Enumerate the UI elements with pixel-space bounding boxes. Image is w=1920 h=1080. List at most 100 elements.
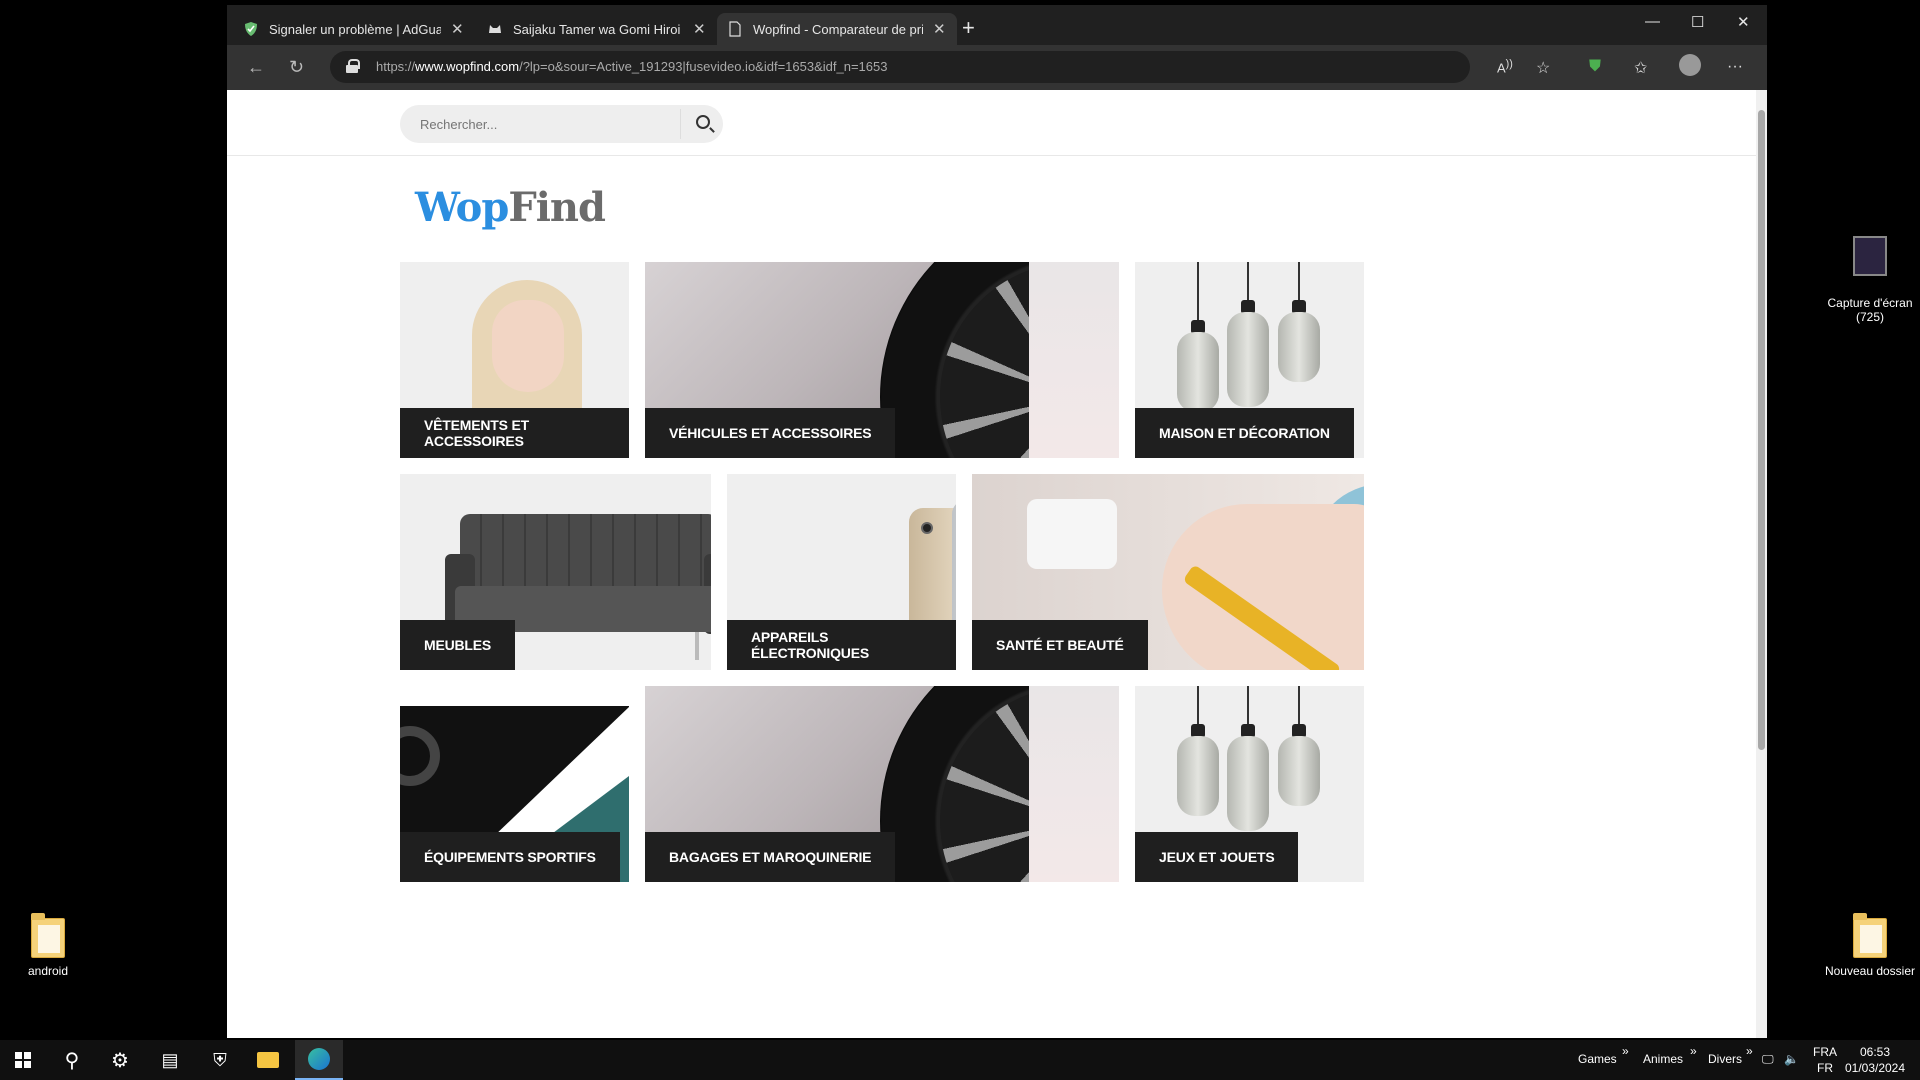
category-tile-health-beauty[interactable]: SANTÉ ET BEAUTÉ: [972, 474, 1364, 670]
close-window-icon[interactable]: ✕: [1737, 13, 1750, 31]
minimize-icon[interactable]: —: [1645, 13, 1660, 30]
lamp-photo: [1177, 332, 1219, 412]
lamp-photo: [1177, 736, 1219, 816]
tab-wopfind[interactable]: Wopfind - Comparateur de prix p ✕: [717, 13, 957, 45]
folder-icon: [1853, 913, 1887, 958]
scrollbar-thumb[interactable]: [1758, 110, 1765, 750]
toolbar-animes[interactable]: Animes: [1643, 1052, 1683, 1066]
favorites-icon[interactable]: ✩: [1634, 58, 1647, 78]
folder-icon: [31, 913, 65, 958]
tab-title: Signaler un problème | AdGuard: [269, 21, 441, 37]
app-icon[interactable]: ▤: [150, 1040, 190, 1080]
sofa-leg: [695, 632, 699, 660]
refresh-icon[interactable]: ↻: [289, 57, 304, 78]
adguard-shield-icon: [245, 22, 257, 36]
tab-strip: Signaler un problème | AdGuard ✕ Saijaku…: [227, 5, 1767, 45]
chevron-icon[interactable]: »: [1690, 1044, 1697, 1058]
language-indicator[interactable]: FRA FR: [1810, 1044, 1840, 1076]
favorite-star-icon[interactable]: ☆: [1536, 58, 1550, 78]
clock-date: 01/03/2024: [1844, 1061, 1906, 1075]
lamp-cord: [1197, 686, 1199, 726]
tab-saijaku[interactable]: Saijaku Tamer wa Gomi Hiroi no ✕: [477, 13, 717, 45]
volume-icon[interactable]: 🔈: [1784, 1052, 1799, 1066]
chevron-icon[interactable]: »: [1746, 1044, 1753, 1058]
search-taskbar-icon[interactable]: ⚲: [52, 1040, 92, 1080]
web-page: WopFind VÊTEMENTS ET ACCESSOIRES VÉHICUL…: [227, 90, 1756, 1038]
lock-icon: [346, 59, 360, 73]
tab-title: Wopfind - Comparateur de prix p: [753, 21, 923, 37]
layout-code: FR: [1817, 1061, 1833, 1075]
category-label: SANTÉ ET BEAUTÉ: [972, 620, 1148, 670]
category-tile-electronics[interactable]: APPAREILS ÉLECTRONIQUES: [727, 474, 956, 670]
car-background: [1029, 686, 1119, 882]
desktop-icon-label: android: [27, 964, 69, 978]
taskbar: ⚲ ⚙ ▤ ⛨ Games » Animes » Divers » 🖵 🔈 FR…: [0, 1040, 1920, 1080]
desktop-icon-label: Capture d'écran (725): [1827, 296, 1913, 324]
profile-avatar-icon[interactable]: [1679, 54, 1701, 76]
lamp-cord: [1247, 262, 1249, 302]
sofa-photo: [460, 514, 711, 594]
page-icon: [729, 21, 741, 37]
system-clock[interactable]: 06:53 01/03/2024: [1840, 1044, 1910, 1076]
category-tile-home[interactable]: MAISON ET DÉCORATION: [1135, 262, 1364, 458]
site-logo[interactable]: WopFind: [415, 184, 606, 231]
browser-window: Signaler un problème | AdGuard ✕ Saijaku…: [227, 5, 1767, 1038]
tab-adguard[interactable]: Signaler un problème | AdGuard ✕: [233, 13, 477, 45]
category-tile-vehicles[interactable]: VÉHICULES ET ACCESSOIRES: [645, 262, 1119, 458]
desktop-icon-android[interactable]: android: [0, 913, 98, 978]
lamp-photo: [1278, 736, 1320, 806]
start-button[interactable]: [0, 1040, 46, 1080]
search-icon[interactable]: [696, 115, 710, 129]
category-label: MEUBLES: [400, 620, 516, 670]
toolbar-games[interactable]: Games: [1578, 1052, 1617, 1066]
category-tile-clothing[interactable]: VÊTEMENTS ET ACCESSOIRES: [400, 262, 629, 458]
close-tab-icon[interactable]: ✕: [451, 20, 464, 38]
camera-lens: [921, 522, 933, 534]
search-divider: [680, 109, 681, 139]
address-bar: ← ↻ https://www.wopfind.com/?lp=o&sour=A…: [227, 45, 1767, 90]
network-icon[interactable]: 🖵: [1762, 1052, 1774, 1067]
lamp-photo: [1278, 312, 1320, 382]
category-label: JEUX ET JOUETS: [1135, 832, 1299, 882]
close-tab-icon[interactable]: ✕: [933, 20, 946, 38]
lamp-cord: [1197, 262, 1199, 322]
security-shield-icon[interactable]: ⛨: [200, 1040, 240, 1080]
toolbar-divers[interactable]: Divers: [1708, 1052, 1742, 1066]
lamp-cord: [1247, 686, 1249, 726]
lang-code: FRA: [1813, 1045, 1837, 1059]
lamp-photo: [1227, 312, 1269, 407]
adguard-extension-icon[interactable]: ⛊: [1589, 58, 1601, 76]
more-menu-icon[interactable]: ···: [1727, 58, 1743, 76]
chevron-icon[interactable]: »: [1622, 1044, 1629, 1058]
close-tab-icon[interactable]: ✕: [693, 20, 706, 38]
model-face: [492, 300, 564, 392]
windows-logo-icon: [15, 1052, 31, 1068]
maximize-icon[interactable]: ☐: [1691, 13, 1704, 31]
category-label: ÉQUIPEMENTS SPORTIFS: [400, 832, 620, 882]
category-label: MAISON ET DÉCORATION: [1135, 408, 1354, 458]
file-explorer-icon[interactable]: [248, 1040, 288, 1080]
category-label: VÊTEMENTS ET ACCESSOIRES: [400, 408, 629, 458]
lamp-cord: [1298, 686, 1300, 726]
lamp-photo: [1227, 736, 1269, 831]
tab-title: Saijaku Tamer wa Gomi Hiroi no: [513, 21, 683, 37]
category-tile-furniture[interactable]: MEUBLES: [400, 474, 711, 670]
url-field[interactable]: https://www.wopfind.com/?lp=o&sour=Activ…: [330, 51, 1470, 83]
new-tab-button[interactable]: +: [962, 15, 975, 41]
url-text: https://www.wopfind.com/?lp=o&sour=Activ…: [376, 59, 888, 74]
desktop-icon-screenshot[interactable]: Capture d'écran (725): [1820, 222, 1920, 338]
clock-time: 06:53: [1859, 1045, 1891, 1059]
page-scrollbar[interactable]: [1756, 90, 1767, 1038]
search-input[interactable]: [400, 105, 680, 143]
back-icon[interactable]: ←: [247, 57, 265, 78]
category-label: APPAREILS ÉLECTRONIQUES: [727, 620, 956, 670]
category-tile-sports[interactable]: ÉQUIPEMENTS SPORTIFS: [400, 686, 629, 882]
settings-gear-icon[interactable]: ⚙: [100, 1040, 140, 1080]
edge-browser-icon[interactable]: [295, 1040, 343, 1080]
desktop-icon-new-folder[interactable]: Nouveau dossier: [1820, 913, 1920, 978]
category-tile-luggage[interactable]: BAGAGES ET MAROQUINERIE: [645, 686, 1119, 882]
category-label: VÉHICULES ET ACCESSOIRES: [645, 408, 896, 458]
cat-icon: [489, 25, 501, 33]
category-tile-toys[interactable]: JEUX ET JOUETS: [1135, 686, 1364, 882]
read-aloud-icon[interactable]: A)): [1497, 58, 1513, 75]
